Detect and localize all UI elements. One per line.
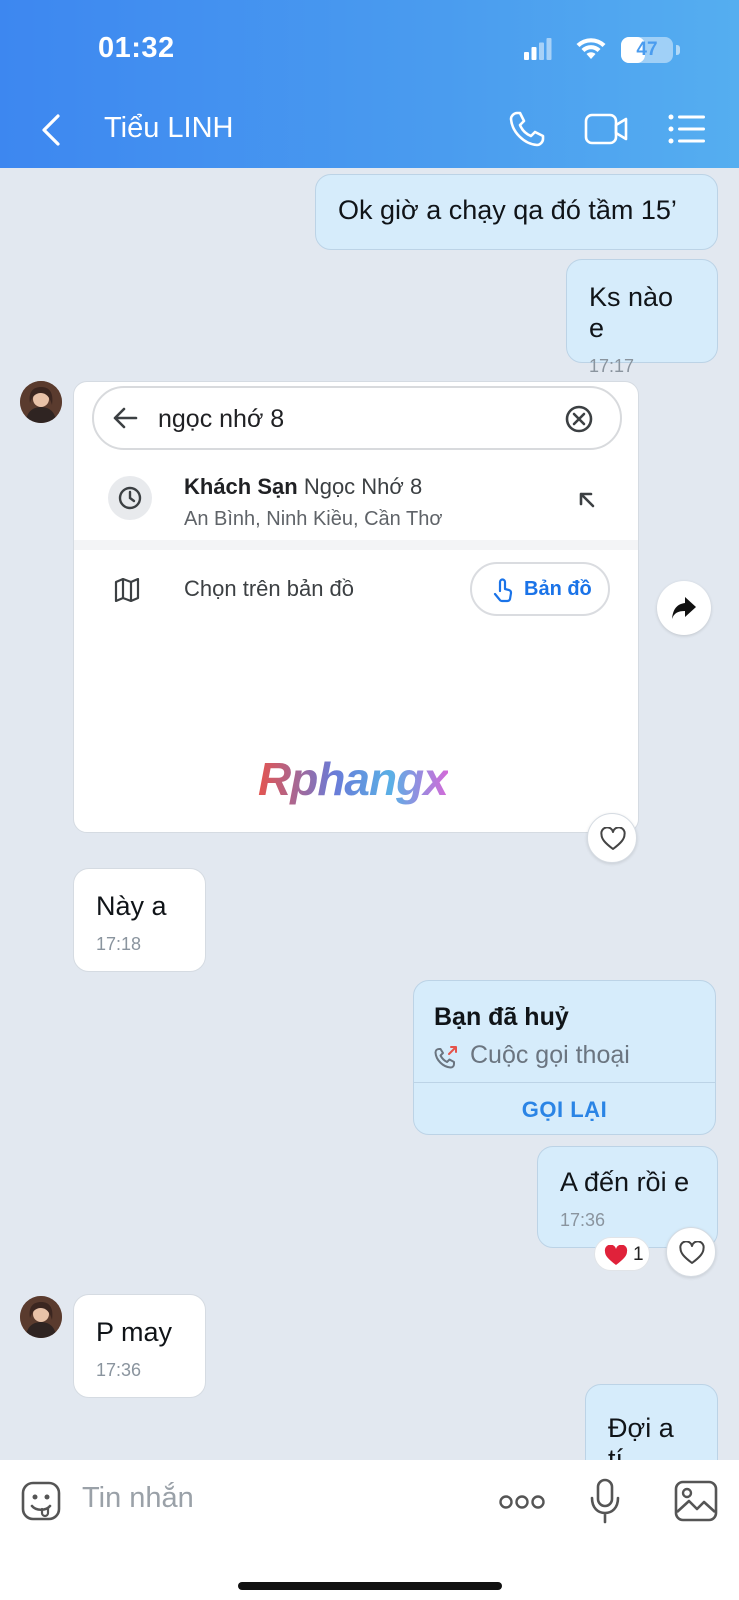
result-title-bold: Khách Sạn [184,474,298,499]
home-indicator [238,1582,502,1590]
message-timestamp: 17:17 [589,356,635,376]
message-bubble-incoming[interactable]: Này a 17:18 [73,868,206,972]
video-camera-icon[interactable] [584,112,628,146]
image-icon[interactable] [674,1480,718,1522]
arrow-left-icon [113,407,138,429]
chat-header: 01:32 47 Tiểu LINH [0,0,739,168]
battery-percent: 47 [636,39,658,60]
map-button-label: Bản đồ [524,578,592,600]
reaction-count: 1 [633,1244,644,1265]
divider [414,1082,715,1083]
result-address: An Bình, Ninh Kiều, Cần Thơ [184,508,443,530]
message-text: Này a [96,891,167,921]
menu-list-icon[interactable] [668,114,706,144]
microphone-icon[interactable] [589,1478,621,1524]
phone-icon[interactable] [508,110,546,148]
message-input[interactable]: Tin nhắn [82,1482,194,1515]
message-text: P may [96,1317,173,1347]
react-button[interactable] [666,1227,716,1277]
sticker-icon[interactable] [20,1480,62,1522]
heart-outline-icon [679,1241,705,1264]
heart-icon [604,1245,628,1265]
clear-icon [565,405,593,433]
reaction-badge[interactable]: 1 [594,1237,650,1271]
call-type: Cuộc gọi thoại [470,1041,630,1069]
result-title-rest: Ngọc Nhớ 8 [303,474,423,499]
arrow-up-left-icon [579,492,595,508]
forward-button[interactable] [657,581,711,635]
share-arrow-icon [672,597,696,619]
call-log-card[interactable]: Bạn đã huỷ Cuộc gọi thoại GỌI LẠI [413,980,716,1135]
avatar-image [20,381,62,423]
search-result: Khách Sạn Ngọc Nhớ 8 An Bình, Ninh Kiều,… [74,454,638,544]
result-title: Khách Sạn Ngọc Nhớ 8 [184,474,422,500]
message-timestamp: 17:18 [96,934,142,954]
more-icon[interactable] [499,1494,545,1510]
cellular-signal-icon [524,38,552,60]
search-field: ngọc nhớ 8 [92,386,622,450]
message-timestamp: 17:36 [560,1210,606,1230]
battery-cap [676,45,680,55]
avatar[interactable] [20,381,62,423]
message-text: A đến rồi e [560,1167,690,1197]
back-icon[interactable] [36,112,68,148]
missed-call-icon [434,1046,457,1069]
search-query: ngọc nhớ 8 [158,405,285,433]
contact-name[interactable]: Tiểu LINH [104,112,233,145]
map-label: Chọn trên bản đồ [184,576,355,601]
touch-icon [493,578,513,603]
battery-indicator: 47 [621,37,673,63]
message-text: Ok giờ a chạy qa đó tầm 15’ [338,195,677,225]
clock-icon [118,486,142,510]
watermark: Rphangx [258,753,449,805]
message-bubble-outgoing[interactable]: Ok giờ a chạy qa đó tầm 15’ [315,174,718,250]
heart-outline-icon [600,827,626,850]
shared-screenshot-card[interactable]: ngọc nhớ 8 Khách Sạn Ngọc Nhớ 8 An Bình,… [73,381,639,833]
message-bubble-outgoing[interactable]: Ks nào e 17:17 [566,259,718,376]
react-button[interactable] [587,813,637,863]
call-status: Bạn đã huỷ [434,1003,569,1031]
wifi-icon [576,38,606,59]
map-icon [114,578,140,602]
message-input-bar: Tin nhắn [0,1460,739,1600]
choose-on-map-row: Chọn trên bản đồ Bản đồ [74,550,638,630]
divider [74,540,638,550]
message-bubble-incoming[interactable]: P may 17:36 [73,1294,206,1398]
message-timestamp: 17:36 [96,1360,142,1380]
status-time: 01:32 [98,32,175,64]
map-button: Bản đồ [470,562,610,616]
history-icon-bg [108,476,152,520]
avatar-image [20,1296,62,1338]
call-back-button[interactable]: GỌI LẠI [414,1097,715,1123]
message-text: Ks nào e [589,282,674,343]
avatar[interactable] [20,1296,62,1338]
